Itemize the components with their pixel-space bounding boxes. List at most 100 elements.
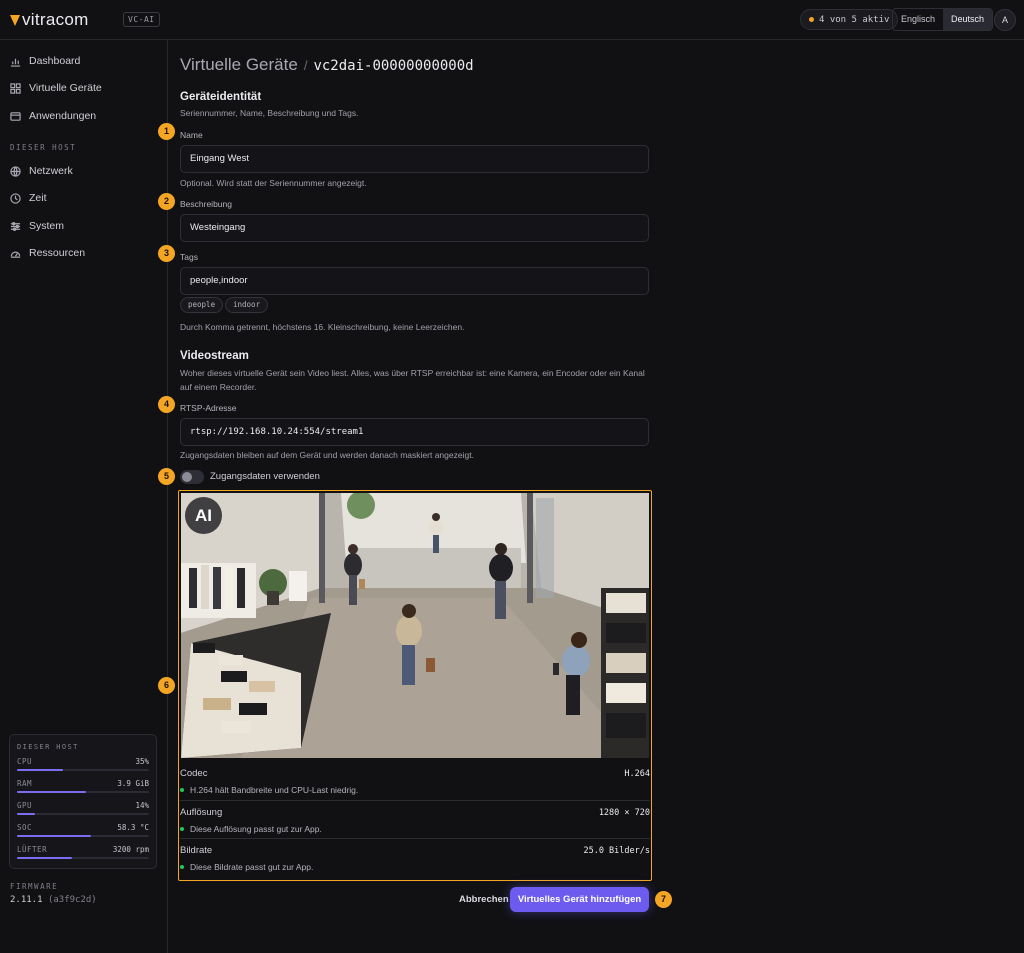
camera-preview-image: AI [181,493,649,758]
stream-preview-panel: AI Codec H.264 H.264 hält Bandbreite und… [178,490,652,881]
sidebar-item-label: Dashboard [29,55,81,67]
firmware-version: 2.11.1 (a3f9c2d) [10,895,97,905]
host-metric-label: LÜFTER [17,845,48,854]
step-badge-1: 1 [158,123,175,140]
framerate-value: 25.0 Bilder/s [583,846,650,856]
credentials-toggle[interactable] [180,470,204,484]
language-option-german[interactable]: Deutsch [943,9,993,30]
host-metric-fill [17,769,64,771]
gauge-icon [10,251,21,258]
name-input[interactable]: Eingang West [180,145,649,173]
host-metric-label: GPU [17,801,33,810]
host-metric-fill [17,791,86,793]
active-devices-text: 4 von 5 aktiv [819,14,890,25]
rtsp-label: RTSP-Adresse [180,403,237,413]
codec-note: H.264 hält Bandbreite und CPU-Last niedr… [180,785,358,795]
active-devices-status[interactable]: 4 von 5 aktiv [800,9,899,30]
sidebar-item-resources[interactable]: Ressourcen [10,243,85,263]
tags-input[interactable]: people,indoor [180,267,649,295]
host-metric-value: 35% [135,757,149,766]
host-metric-fill [17,835,91,837]
framerate-row: Bildrate 25.0 Bilder/s Diese Bildrate pa… [180,838,650,876]
host-metric-bar [17,813,149,815]
name-label: Name [180,130,203,140]
resolution-value: 1280 × 720 [598,808,650,818]
host-metric-row: GPU 14% [17,801,149,823]
host-metric-fill [17,813,36,815]
sidebar-section-heading: DIESER HOST [10,143,77,152]
rtsp-help: Zugangsdaten bleiben auf dem Gerät und w… [180,450,474,460]
resolution-row: Auflösung 1280 × 720 Diese Auflösung pas… [180,800,650,838]
step-badge-3: 3 [158,245,175,262]
sidebar-item-label: Netzwerk [29,165,73,177]
host-metric-row: CPU 35% [17,757,149,779]
sidebar-item-applications[interactable]: Anwendungen [10,106,96,126]
breadcrumb-parent[interactable]: Virtuelle Geräte [180,55,298,75]
firmware-hash: (a3f9c2d) [47,895,97,905]
host-metric-bar [17,857,149,859]
host-metric-value: 3.9 GiB [117,779,149,788]
host-metric-fill [17,857,73,859]
toggle-knob [182,472,192,482]
language-switcher: Englisch Deutsch [892,8,994,31]
tag-chip[interactable]: people [180,297,224,313]
codec-row: Codec H.264 H.264 hält Bandbreite und CP… [180,762,650,800]
camera-scene-illustration [181,493,649,758]
add-virtual-device-button[interactable]: Virtuelles Gerät hinzufügen [510,887,649,912]
host-metrics-list: CPU 35% RAM 3.9 GiB GPU 14% SOC 58.3 °C LÜFTER 32… [17,757,149,867]
tags-help: Durch Komma getrennt, höchstens 16. Klei… [180,322,465,332]
sidebar-item-dashboard[interactable]: Dashboard [10,51,80,71]
host-metric-bar [17,769,149,771]
product-badge: VC-AI [123,12,160,27]
bar-chart-icon [10,58,21,67]
page-title: vc2dai-00000000000d [313,58,474,74]
logo[interactable]: vitracom [10,10,89,30]
breadcrumb-separator: / [303,58,308,73]
step-badge-5: 5 [158,468,175,485]
section-desc-identity: Seriennummer, Name, Beschreibung und Tag… [180,108,359,118]
host-card-title: DIESER HOST [17,743,79,751]
host-metric-value: 14% [135,801,149,810]
credentials-toggle-label[interactable]: Zugangsdaten verwenden [210,471,320,482]
language-option-english[interactable]: Englisch [893,9,943,30]
framerate-note-text: Diese Bildrate passt gut zur App. [190,862,314,872]
sidebar-item-label: Virtuelle Geräte [29,82,102,94]
sidebar: Dashboard Virtuelle Geräte Anwendungen D… [0,40,168,953]
host-metric-row: LÜFTER 3200 rpm [17,845,149,867]
host-metric-row: RAM 3.9 GiB [17,779,149,801]
codec-value: H.264 [624,769,650,779]
sliders-icon [10,221,21,231]
sidebar-item-label: System [29,220,65,232]
status-ok-icon [180,865,184,869]
host-metric-value: 3200 rpm [112,845,149,854]
host-metric-value: 58.3 °C [117,823,149,832]
breadcrumb: Virtuelle Geräte / vc2dai-00000000000d [180,55,474,75]
sidebar-item-label: Anwendungen [29,110,97,122]
tags-label: Tags [180,252,198,262]
host-resources-card: DIESER HOST CPU 35% RAM 3.9 GiB GPU 14% SOC 58.… [9,734,157,869]
framerate-label: Bildrate [180,845,213,856]
sidebar-item-system[interactable]: System [10,216,64,236]
firmware-label: FIRMWARE [10,882,59,891]
section-title-identity: Geräteidentität [180,91,262,103]
cancel-button[interactable]: Abbrechen [454,889,514,911]
framerate-note: Diese Bildrate passt gut zur App. [180,862,313,872]
host-metric-label: RAM [17,779,33,788]
sidebar-item-time[interactable]: Zeit [10,188,47,208]
resolution-note-text: Diese Auflösung passt gut zur App. [190,824,322,834]
step-badge-7: 7 [655,891,672,908]
status-ok-icon [180,827,184,831]
rtsp-input[interactable]: rtsp://192.168.10.24:554/stream1 [180,418,649,446]
host-metric-label: CPU [17,757,33,766]
sidebar-item-network[interactable]: Netzwerk [10,161,73,181]
ai-badge: AI [185,497,222,534]
description-label: Beschreibung [180,199,232,209]
sidebar-item-label: Ressourcen [29,247,86,259]
host-metric-row: SOC 58.3 °C [17,823,149,845]
resolution-note: Diese Auflösung passt gut zur App. [180,824,322,834]
description-input[interactable]: Westeingang [180,214,649,242]
avatar[interactable]: A [994,9,1016,31]
sidebar-item-virtual-devices[interactable]: Virtuelle Geräte [10,78,102,98]
tag-chip[interactable]: indoor [225,297,269,313]
host-metric-label: SOC [17,823,33,832]
